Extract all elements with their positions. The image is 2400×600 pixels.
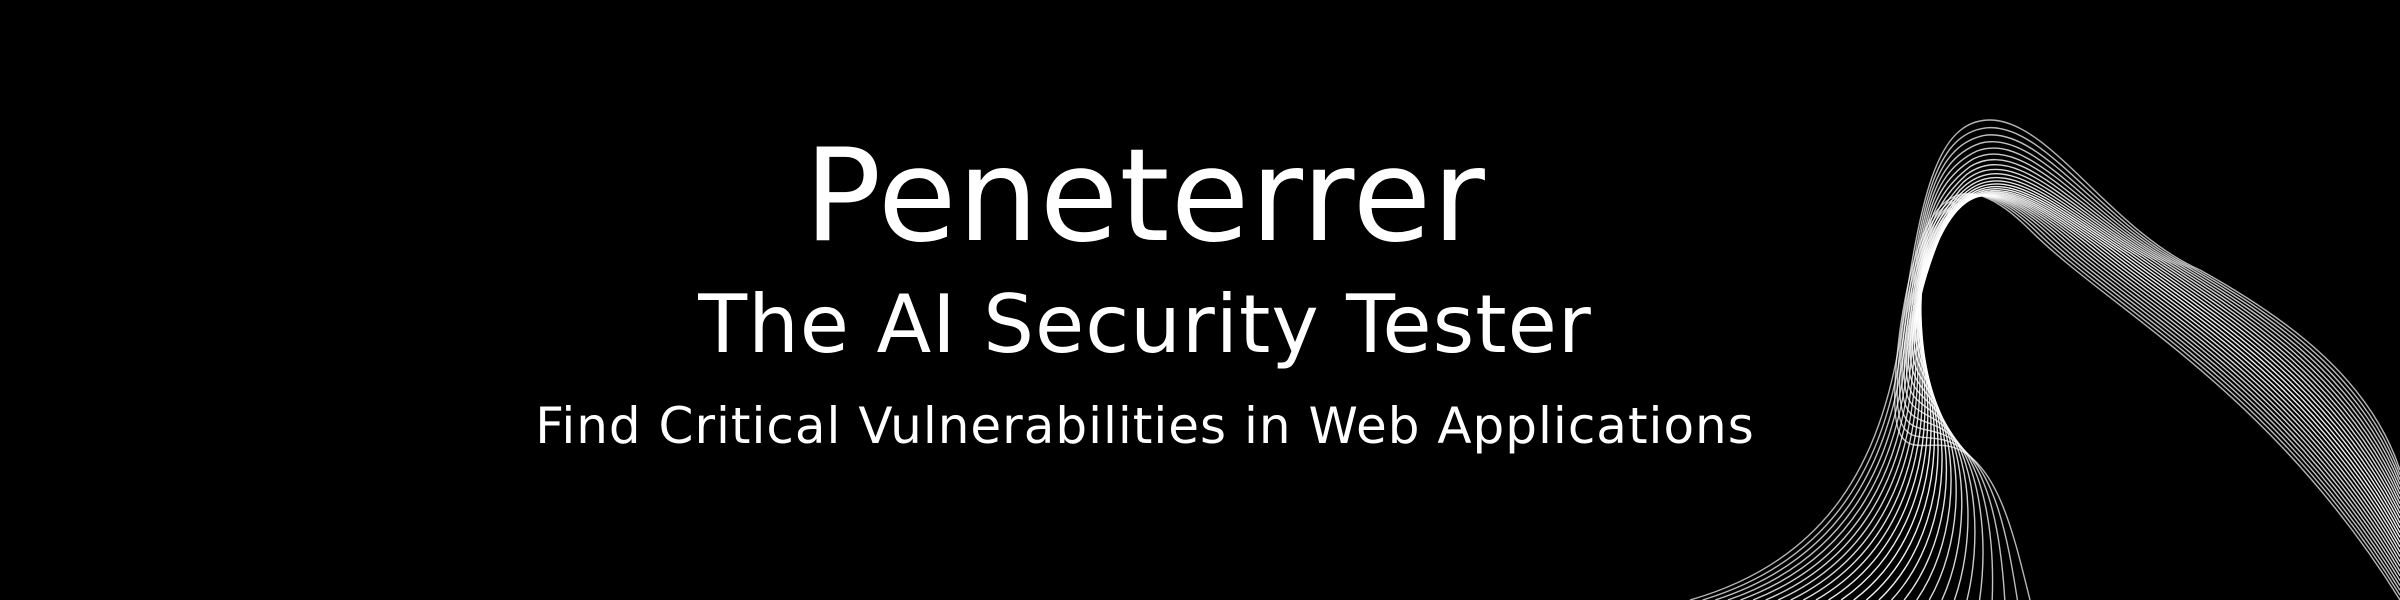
hero-banner: Peneterrer The AI Security Tester Find C… [0,0,2400,600]
banner-subtitle: The AI Security Tester [698,278,1592,371]
banner-title: Peneterrer [804,122,1486,271]
banner-tagline: Find Critical Vulnerabilities in Web App… [535,397,1755,455]
